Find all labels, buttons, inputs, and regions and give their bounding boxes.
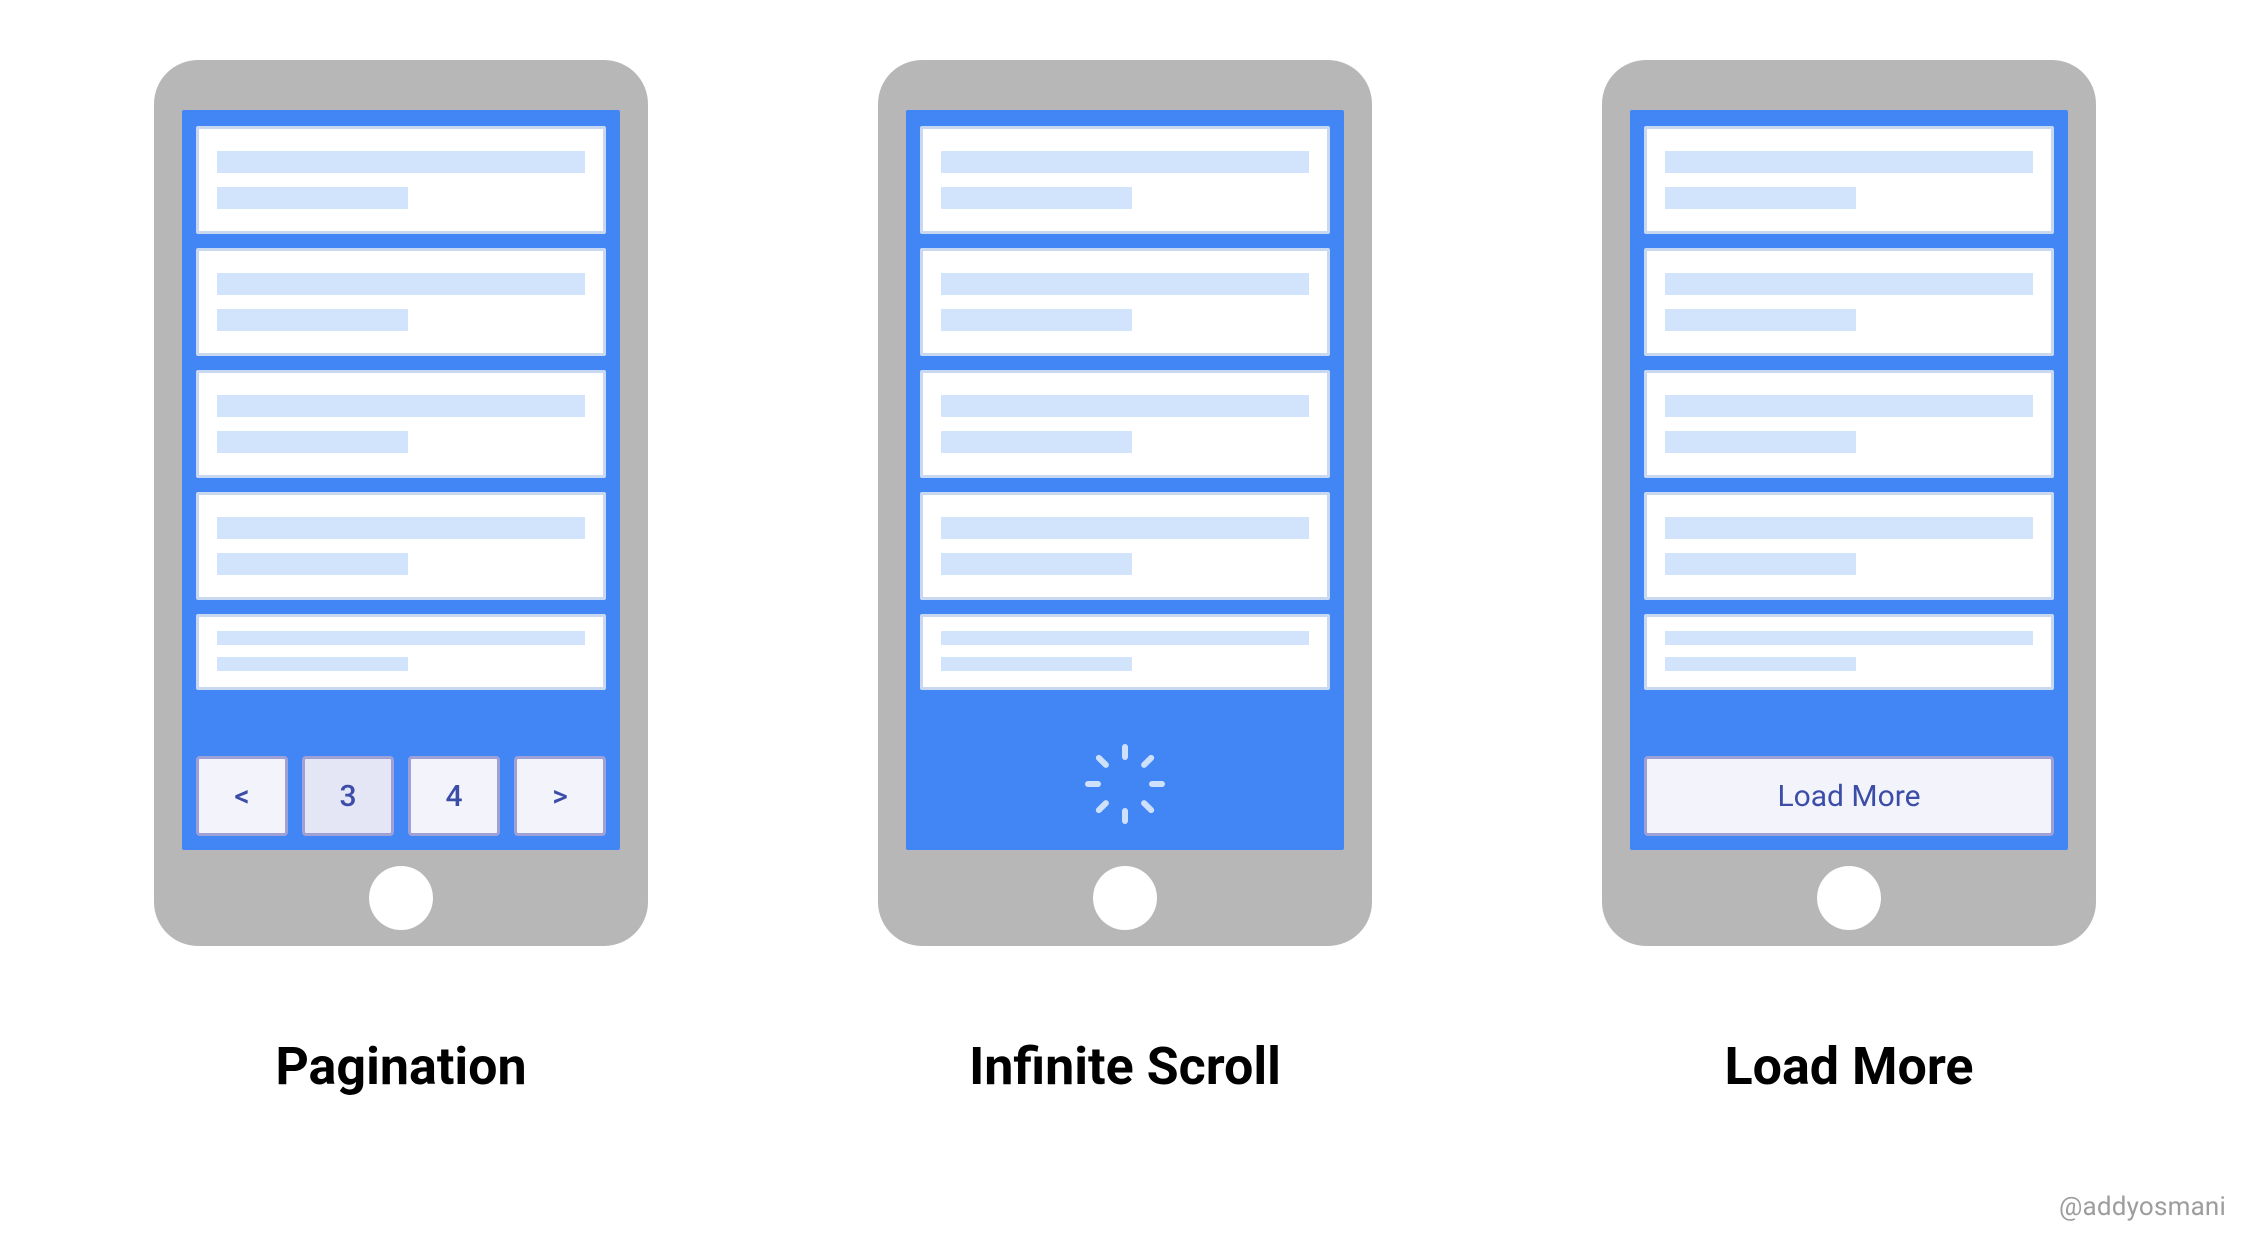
list-item bbox=[196, 248, 606, 356]
list-item bbox=[920, 492, 1330, 600]
placeholder-line bbox=[941, 151, 1309, 173]
placeholder-line bbox=[1665, 631, 2033, 645]
home-button-icon bbox=[1817, 866, 1881, 930]
placeholder-line bbox=[1665, 395, 2033, 417]
placeholder-line bbox=[217, 431, 408, 453]
placeholder-line bbox=[217, 151, 585, 173]
placeholder-line bbox=[1665, 151, 2033, 173]
placeholder-line bbox=[941, 657, 1132, 671]
loading-area bbox=[920, 756, 1330, 836]
placeholder-line bbox=[941, 395, 1309, 417]
placeholder-line bbox=[941, 553, 1132, 575]
credit-text: @addyosmani bbox=[2059, 1192, 2226, 1222]
placeholder-line bbox=[941, 309, 1132, 331]
placeholder-line bbox=[217, 395, 585, 417]
phone-frame: Load More bbox=[1602, 60, 2096, 946]
home-button-icon bbox=[1093, 866, 1157, 930]
list-item bbox=[196, 614, 606, 690]
list-item bbox=[196, 370, 606, 478]
placeholder-line bbox=[941, 431, 1132, 453]
load-more-area: Load More bbox=[1644, 756, 2054, 836]
placeholder-line bbox=[941, 517, 1309, 539]
load-more-column: Load More Load More bbox=[1602, 60, 2096, 1097]
phone-screen: Load More bbox=[1630, 110, 2068, 850]
list-item bbox=[920, 126, 1330, 234]
placeholder-line bbox=[1665, 273, 2033, 295]
caption-pagination: Pagination bbox=[275, 1036, 526, 1097]
placeholder-line bbox=[1665, 553, 1856, 575]
list-item bbox=[196, 492, 606, 600]
list-item bbox=[1644, 248, 2054, 356]
pagination-prev-button[interactable]: < bbox=[196, 756, 288, 836]
pagination-page-button[interactable]: 3 bbox=[302, 756, 394, 836]
placeholder-line bbox=[217, 309, 408, 331]
placeholder-line bbox=[941, 273, 1309, 295]
placeholder-line bbox=[1665, 187, 1856, 209]
list-item bbox=[920, 614, 1330, 690]
list-item bbox=[1644, 370, 2054, 478]
pagination-bar: < 3 4 > bbox=[196, 756, 606, 836]
home-button-icon bbox=[369, 866, 433, 930]
spinner-icon bbox=[1097, 768, 1153, 824]
placeholder-line bbox=[217, 517, 585, 539]
pagination-next-button[interactable]: > bbox=[514, 756, 606, 836]
list-item bbox=[1644, 492, 2054, 600]
caption-infinite-scroll: Infinite Scroll bbox=[969, 1036, 1281, 1097]
diagram-row: < 3 4 > Pagination bbox=[0, 0, 2250, 1097]
pagination-column: < 3 4 > Pagination bbox=[154, 60, 648, 1097]
load-more-button[interactable]: Load More bbox=[1644, 756, 2054, 836]
placeholder-line bbox=[941, 631, 1309, 645]
placeholder-line bbox=[217, 631, 585, 645]
placeholder-line bbox=[217, 657, 408, 671]
phone-frame bbox=[878, 60, 1372, 946]
list-item bbox=[1644, 614, 2054, 690]
infinite-scroll-column: Infinite Scroll bbox=[878, 60, 1372, 1097]
phone-frame: < 3 4 > bbox=[154, 60, 648, 946]
phone-screen: < 3 4 > bbox=[182, 110, 620, 850]
placeholder-line bbox=[1665, 431, 1856, 453]
list-item bbox=[196, 126, 606, 234]
list-item bbox=[1644, 126, 2054, 234]
phone-screen bbox=[906, 110, 1344, 850]
caption-load-more: Load More bbox=[1724, 1036, 1973, 1097]
placeholder-line bbox=[217, 187, 408, 209]
placeholder-line bbox=[1665, 657, 1856, 671]
placeholder-line bbox=[1665, 517, 2033, 539]
placeholder-line bbox=[217, 553, 408, 575]
placeholder-line bbox=[1665, 309, 1856, 331]
placeholder-line bbox=[217, 273, 585, 295]
list-item bbox=[920, 248, 1330, 356]
placeholder-line bbox=[941, 187, 1132, 209]
list-item bbox=[920, 370, 1330, 478]
pagination-page-button[interactable]: 4 bbox=[408, 756, 500, 836]
